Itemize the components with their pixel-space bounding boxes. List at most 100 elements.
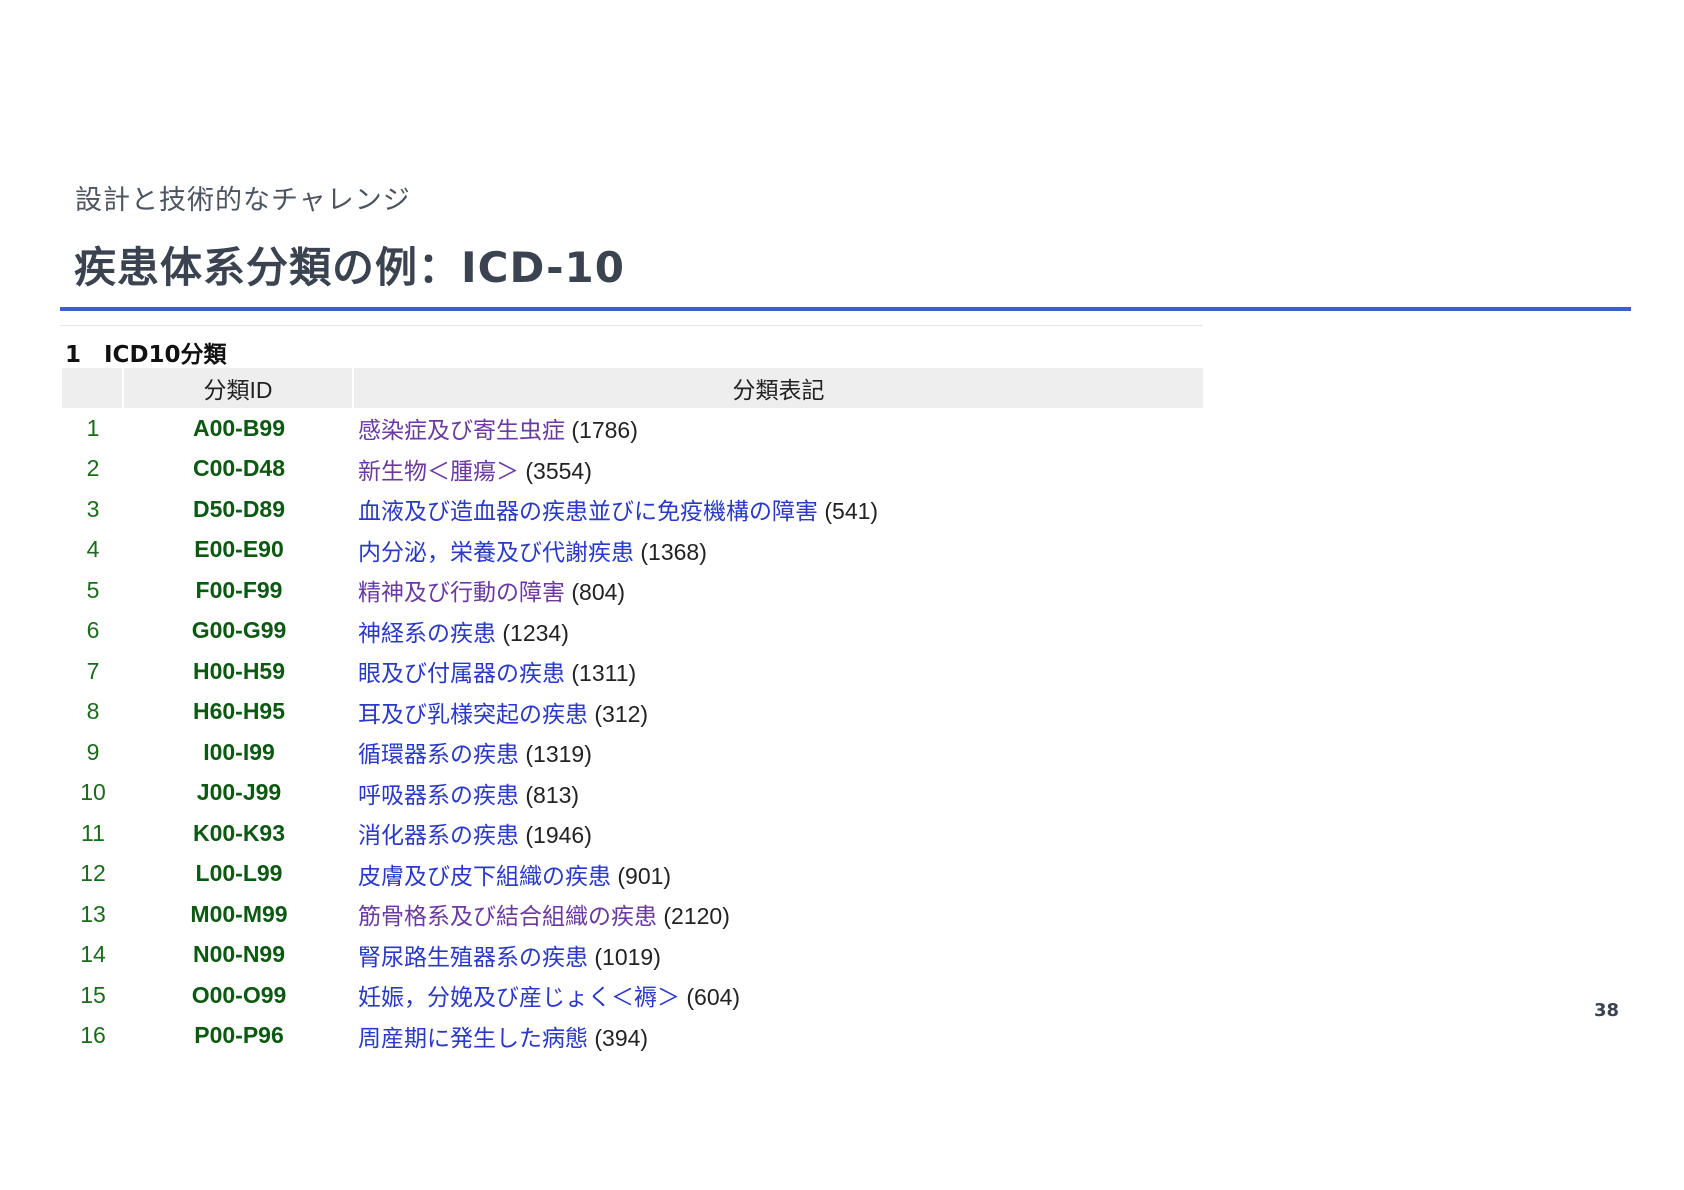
table-row: 7 H00-H59 眼及び付属器の疾患 (1311) bbox=[62, 651, 1203, 692]
classification-link[interactable]: 筋骨格系及び結合組織の疾患 bbox=[358, 903, 657, 929]
classification-count: (604) bbox=[686, 984, 741, 1011]
classification-id: O00-O99 bbox=[191, 981, 287, 1008]
classification-count: (804) bbox=[571, 579, 626, 606]
classification-id: J00-J99 bbox=[196, 779, 282, 806]
classification-id: C00-D48 bbox=[192, 455, 286, 482]
header-classification-id: 分類ID bbox=[124, 368, 354, 408]
table-header-row: 分類ID 分類表記 bbox=[62, 368, 1203, 408]
classification-id: D50-D89 bbox=[192, 495, 286, 522]
table-row: 2 C00-D48 新生物＜腫瘍＞ (3554) bbox=[62, 449, 1203, 490]
table-row: 11 K00-K93 消化器系の疾患 (1946) bbox=[62, 813, 1203, 854]
classification-link[interactable]: 周産期に発生した病態 bbox=[358, 1025, 588, 1051]
table-row: 1 A00-B99 感染症及び寄生虫症 (1786) bbox=[62, 408, 1203, 449]
classification-id: M00-M99 bbox=[190, 900, 288, 927]
classification-label-cell: 皮膚及び皮下組織の疾患 (901) bbox=[354, 854, 1203, 895]
table-row: 8 H60-H95 耳及び乳様突起の疾患 (312) bbox=[62, 692, 1203, 733]
table-row: 14 N00-N99 腎尿路生殖器系の疾患 (1019) bbox=[62, 935, 1203, 976]
classification-link[interactable]: 新生物＜腫瘍＞ bbox=[358, 458, 519, 484]
table-row: 12 L00-L99 皮膚及び皮下組織の疾患 (901) bbox=[62, 854, 1203, 895]
classification-link[interactable]: 呼吸器系の疾患 bbox=[358, 782, 519, 808]
classification-count: (3554) bbox=[525, 457, 592, 484]
classification-count: (312) bbox=[594, 700, 649, 727]
classification-link[interactable]: 循環器系の疾患 bbox=[358, 741, 519, 767]
table-row: 5 F00-F99 精神及び行動の障害 (804) bbox=[62, 570, 1203, 611]
classification-link[interactable]: 腎尿路生殖器系の疾患 bbox=[358, 944, 588, 970]
title-underline bbox=[60, 307, 1631, 311]
classification-label-cell: 腎尿路生殖器系の疾患 (1019) bbox=[354, 935, 1203, 976]
classification-count: (2120) bbox=[663, 903, 730, 930]
classification-id: L00-L99 bbox=[195, 860, 283, 887]
row-number: 1 bbox=[86, 414, 100, 441]
classification-link[interactable]: 消化器系の疾患 bbox=[358, 822, 519, 848]
classification-label-cell: 耳及び乳様突起の疾患 (312) bbox=[354, 692, 1203, 733]
table-row: 4 E00-E90 内分泌，栄養及び代謝疾患 (1368) bbox=[62, 530, 1203, 571]
classification-id: N00-N99 bbox=[192, 941, 286, 968]
page-number: 38 bbox=[1594, 1000, 1620, 1021]
classification-link[interactable]: 妊娠，分娩及び産じょく＜褥＞ bbox=[358, 984, 680, 1010]
row-number: 9 bbox=[86, 738, 100, 765]
row-number: 13 bbox=[80, 900, 106, 927]
row-number: 7 bbox=[86, 657, 100, 684]
classification-id: H00-H59 bbox=[192, 657, 286, 684]
row-number: 3 bbox=[86, 495, 100, 522]
classification-label-cell: 眼及び付属器の疾患 (1311) bbox=[354, 651, 1203, 692]
classification-link[interactable]: 内分泌，栄養及び代謝疾患 bbox=[358, 539, 634, 565]
classification-label-cell: 筋骨格系及び結合組織の疾患 (2120) bbox=[354, 894, 1203, 935]
classification-label-cell: 血液及び造血器の疾患並びに免疫機構の障害 (541) bbox=[354, 489, 1203, 530]
header-classification-label: 分類表記 bbox=[354, 368, 1203, 408]
row-number: 4 bbox=[86, 536, 100, 563]
table-row: 16 P00-P96 周産期に発生した病態 (394) bbox=[62, 1016, 1203, 1057]
slide-subtitle: 設計と技術的なチャレンジ bbox=[75, 185, 411, 216]
classification-count: (1946) bbox=[525, 822, 592, 849]
classification-id: F00-F99 bbox=[195, 576, 283, 603]
row-number: 14 bbox=[80, 941, 106, 968]
slide-title: 疾患体系分類の例：ICD-10 bbox=[74, 243, 625, 292]
classification-link[interactable]: 精神及び行動の障害 bbox=[358, 579, 565, 605]
classification-count: (541) bbox=[824, 498, 879, 525]
row-number: 12 bbox=[80, 860, 106, 887]
classification-label-cell: 精神及び行動の障害 (804) bbox=[354, 570, 1203, 611]
classification-link[interactable]: 皮膚及び皮下組織の疾患 bbox=[358, 863, 611, 889]
classification-count: (813) bbox=[525, 781, 580, 808]
table-row: 9 I00-I99 循環器系の疾患 (1319) bbox=[62, 732, 1203, 773]
row-number: 2 bbox=[86, 455, 100, 482]
classification-link[interactable]: 耳及び乳様突起の疾患 bbox=[358, 701, 588, 727]
classification-label-cell: 妊娠，分娩及び産じょく＜褥＞ (604) bbox=[354, 975, 1203, 1016]
classification-id: A00-B99 bbox=[192, 414, 286, 441]
row-number: 16 bbox=[80, 1022, 106, 1049]
classification-count: (1019) bbox=[594, 943, 661, 970]
classification-count: (394) bbox=[594, 1024, 649, 1051]
classification-link[interactable]: 神経系の疾患 bbox=[358, 620, 496, 646]
section-divider bbox=[60, 325, 1203, 326]
icd10-classification-table: 分類ID 分類表記 1 A00-B99 感染症及び寄生虫症 (1786) 2 C00-D… bbox=[62, 368, 1203, 1056]
row-number: 5 bbox=[86, 576, 100, 603]
classification-label-cell: 呼吸器系の疾患 (813) bbox=[354, 773, 1203, 814]
classification-id: H60-H95 bbox=[192, 698, 286, 725]
classification-id: I00-I99 bbox=[203, 738, 275, 765]
table-row: 6 G00-G99 神経系の疾患 (1234) bbox=[62, 611, 1203, 652]
classification-id: K00-K93 bbox=[192, 819, 286, 846]
table-row: 10 J00-J99 呼吸器系の疾患 (813) bbox=[62, 773, 1203, 814]
row-number: 15 bbox=[80, 981, 106, 1008]
row-number: 8 bbox=[86, 698, 100, 725]
table-row: 3 D50-D89 血液及び造血器の疾患並びに免疫機構の障害 (541) bbox=[62, 489, 1203, 530]
table-body: 1 A00-B99 感染症及び寄生虫症 (1786) 2 C00-D48 新生物＜腫瘍＞ … bbox=[62, 408, 1203, 1056]
classification-count: (1311) bbox=[571, 660, 637, 687]
classification-count: (1319) bbox=[525, 741, 592, 768]
table-row: 15 O00-O99 妊娠，分娩及び産じょく＜褥＞ (604) bbox=[62, 975, 1203, 1016]
classification-label-cell: 新生物＜腫瘍＞ (3554) bbox=[354, 449, 1203, 490]
classification-link[interactable]: 感染症及び寄生虫症 bbox=[358, 417, 565, 443]
classification-label-cell: 感染症及び寄生虫症 (1786) bbox=[354, 408, 1203, 449]
classification-count: (1368) bbox=[640, 538, 707, 565]
section-heading: 1 ICD10分類 bbox=[65, 342, 227, 368]
classification-label-cell: 神経系の疾患 (1234) bbox=[354, 611, 1203, 652]
classification-count: (1786) bbox=[571, 417, 638, 444]
classification-id: E00-E90 bbox=[194, 536, 284, 563]
classification-count: (901) bbox=[617, 862, 672, 889]
row-number: 6 bbox=[86, 617, 100, 644]
classification-label-cell: 内分泌，栄養及び代謝疾患 (1368) bbox=[354, 530, 1203, 571]
classification-link[interactable]: 眼及び付属器の疾患 bbox=[358, 660, 565, 686]
classification-link[interactable]: 血液及び造血器の疾患並びに免疫機構の障害 bbox=[358, 498, 818, 524]
classification-id: P00-P96 bbox=[194, 1022, 284, 1049]
classification-id: G00-G99 bbox=[191, 617, 287, 644]
